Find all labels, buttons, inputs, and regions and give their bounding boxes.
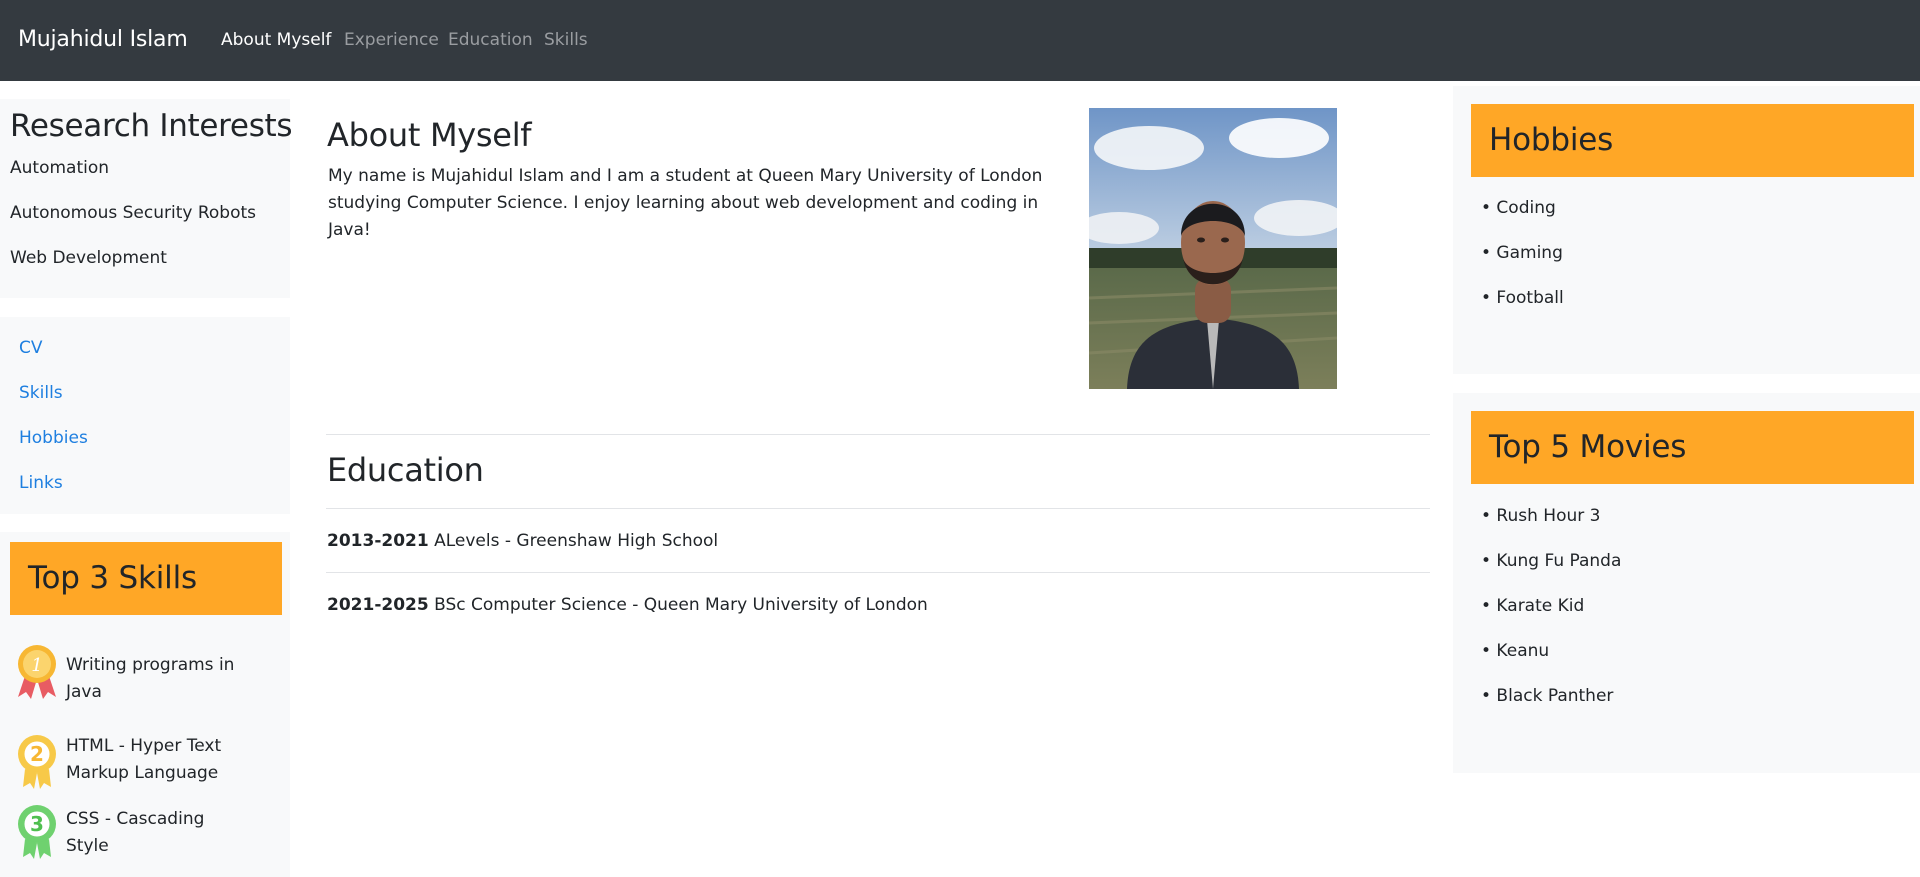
movies-title: Top 5 Movies: [1489, 429, 1687, 465]
section-divider: [326, 434, 1430, 435]
research-interests-title: Research Interests: [10, 108, 293, 144]
svg-text:1: 1: [31, 655, 42, 676]
hobbies-header: Hobbies: [1471, 104, 1914, 177]
about-text: My name is Mujahidul Islam and I am a st…: [328, 166, 1043, 240]
link-skills[interactable]: Skills: [19, 383, 63, 403]
bronze-medal-icon: 3: [18, 805, 56, 859]
nav-link-about-myself[interactable]: About Myself: [221, 30, 331, 50]
site-brand[interactable]: Mujahidul Islam: [18, 27, 188, 52]
profile-photo: [1089, 108, 1337, 389]
skill-item: Writing programs in Java: [66, 655, 235, 702]
nav-link-education[interactable]: Education: [448, 30, 533, 50]
top-skills-header: Top 3 Skills: [10, 542, 282, 615]
hobby-item: • Football: [1481, 288, 1564, 308]
link-cv[interactable]: CV: [19, 338, 43, 358]
movie-item: • Karate Kid: [1481, 596, 1585, 616]
gold-medal-icon: 1: [18, 645, 56, 699]
movie-item: • Kung Fu Panda: [1481, 551, 1622, 571]
skill-item: CSS - Cascading Style: [66, 809, 205, 856]
hobby-item: • Gaming: [1481, 243, 1563, 263]
movies-header: Top 5 Movies: [1471, 411, 1914, 484]
education-detail: ALevels - Greenshaw High School: [434, 531, 719, 551]
nav-link-skills[interactable]: Skills: [544, 30, 588, 50]
nav-link-experience[interactable]: Experience: [344, 30, 439, 50]
table-divider: [326, 572, 1430, 573]
link-hobbies[interactable]: Hobbies: [19, 428, 88, 448]
about-title: About Myself: [327, 116, 532, 154]
research-item: Web Development: [10, 248, 167, 268]
svg-text:2: 2: [30, 742, 44, 766]
movie-item: • Rush Hour 3: [1481, 506, 1601, 526]
top-skills-title: Top 3 Skills: [28, 560, 197, 596]
top-navbar: Mujahidul Islam About Myself Experience …: [0, 0, 1920, 81]
silver-medal-icon: 2: [18, 735, 56, 789]
research-item: Autonomous Security Robots: [10, 203, 257, 223]
hobby-item: • Coding: [1481, 198, 1556, 218]
research-item: Automation: [10, 158, 110, 178]
movie-item: • Keanu: [1481, 641, 1550, 661]
link-links[interactable]: Links: [19, 473, 63, 493]
table-divider: [326, 508, 1430, 509]
education-years: 2013-2021: [327, 531, 429, 551]
education-title: Education: [327, 451, 484, 489]
education-row: 2021-2025 BSc Computer Science - Queen M…: [327, 595, 928, 615]
svg-text:3: 3: [30, 812, 44, 836]
skill-item: HTML - Hyper Text Markup Language: [66, 736, 222, 783]
education-detail: BSc Computer Science - Queen Mary Univer…: [434, 595, 928, 615]
movie-item: • Black Panther: [1481, 686, 1614, 706]
education-row: 2013-2021 ALevels - Greenshaw High Schoo…: [327, 531, 718, 551]
hobbies-title: Hobbies: [1489, 122, 1614, 158]
education-years: 2021-2025: [327, 595, 429, 615]
